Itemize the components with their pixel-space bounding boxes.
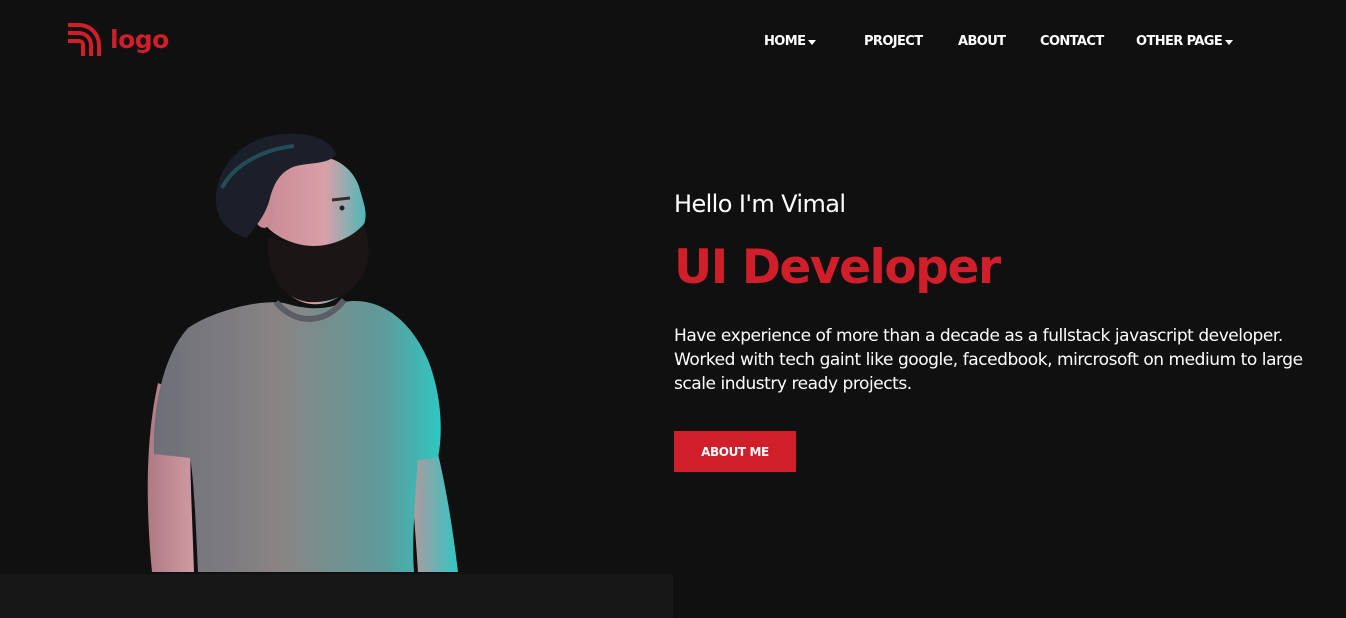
hero-role: UI Developer xyxy=(674,240,1001,295)
caret-down-icon xyxy=(808,40,817,45)
nav-item-other-page-label: OTHER PAGE xyxy=(1136,34,1223,49)
nav-item-home-label: HOME xyxy=(764,34,806,49)
nav-item-about[interactable]: ABOUT xyxy=(958,33,1006,51)
nav-item-project-label: PROJECT xyxy=(864,34,923,49)
nav-item-about-label: ABOUT xyxy=(958,34,1006,49)
bottom-panel xyxy=(0,574,673,618)
logo-text: logo xyxy=(110,24,169,54)
hero-bio: Have experience of more than a decade as… xyxy=(674,326,1303,394)
hero-text: Hello I'm Vimal UI Developer Have experi… xyxy=(674,188,1314,396)
hero-greeting: Hello I'm Vimal xyxy=(674,190,846,218)
nav-item-home[interactable]: HOME xyxy=(764,33,817,51)
nav-item-other-page[interactable]: OTHER PAGE xyxy=(1136,33,1234,51)
about-me-button[interactable]: ABOUT ME xyxy=(674,431,796,472)
rss-signal-icon xyxy=(68,23,101,56)
hero-portrait xyxy=(118,128,498,572)
portrait-image xyxy=(147,133,458,572)
nav-item-contact[interactable]: CONTACT xyxy=(1040,33,1104,51)
logo-link[interactable]: logo xyxy=(66,22,169,58)
nav-item-project[interactable]: PROJECT xyxy=(864,33,923,51)
nav-item-contact-label: CONTACT xyxy=(1040,34,1104,49)
portfolio-page: logo HOME PROJECT ABOUT CONTACT OTHER PA… xyxy=(0,0,1346,618)
caret-down-icon xyxy=(1225,40,1234,45)
